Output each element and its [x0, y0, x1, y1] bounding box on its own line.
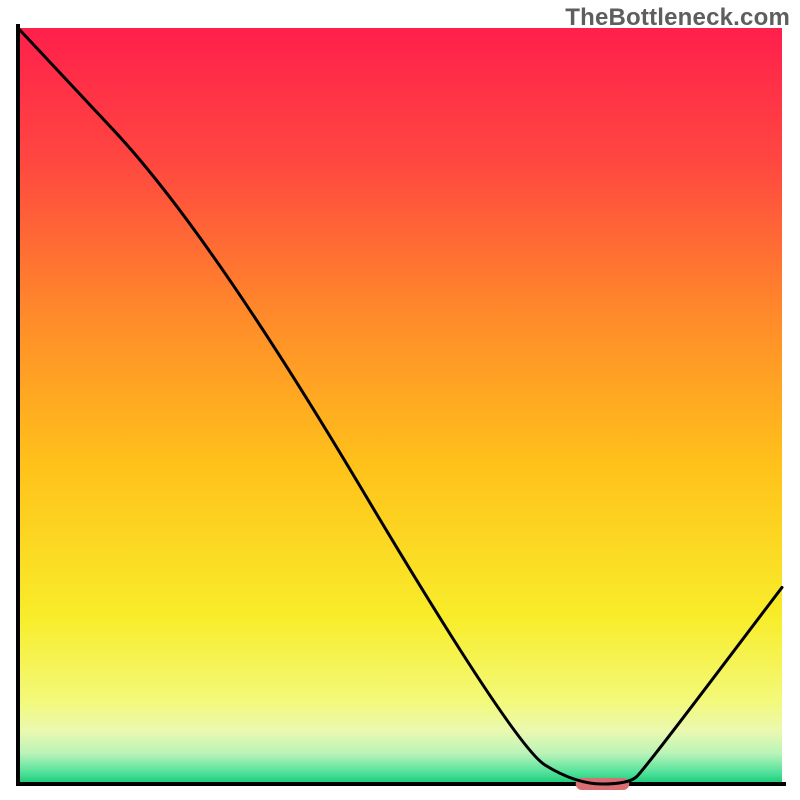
- chart-frame: TheBottleneck.com: [0, 0, 800, 800]
- watermark-text: TheBottleneck.com: [565, 4, 790, 32]
- bottleneck-chart: [0, 0, 800, 800]
- gradient-background: [18, 28, 782, 784]
- plot-area: [18, 26, 784, 790]
